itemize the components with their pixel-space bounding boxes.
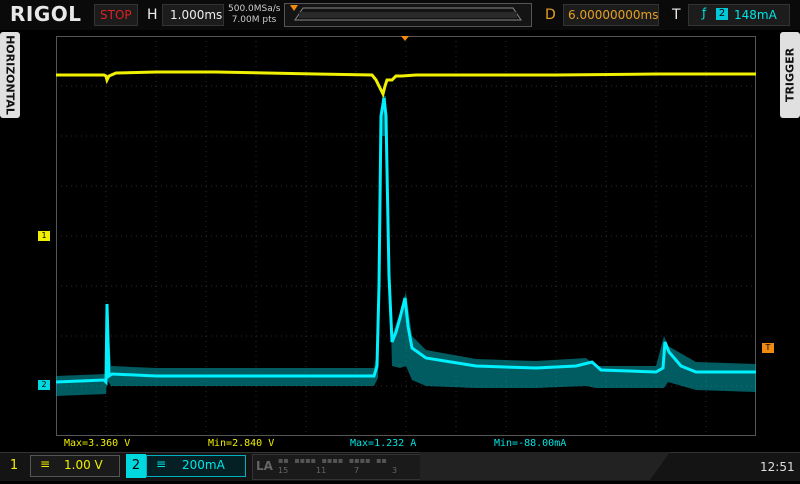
acquisition-info: 500.0MSa/s 7.00M pts [228,4,280,26]
trigger-label: T [672,7,681,23]
ch2-number-label[interactable]: 2 [126,454,146,478]
trigger-tab-label: TRIGGER [783,47,797,103]
trigger-position-icon [290,5,298,11]
la-label: LA [256,459,273,473]
trigger-level-marker[interactable]: T [762,343,774,353]
horizontal-label: H [147,7,158,23]
delay-value: 6.00000000ms [568,8,659,22]
ch1-scale-value: 1.00 V [64,458,103,472]
la-digit: 11 [316,466,327,475]
trigger-source-badge: 2 [716,8,728,20]
la-channel-indicators: ▪▪ ▪▪▪▪ ▪▪▪▪ ▪▪▪▪ ▪▪ [278,456,387,465]
ch1-waveform [56,70,756,99]
ch2-scale-value: 200mA [182,458,225,472]
measurement-ch2-max: Max=1.232 A [350,438,417,449]
ch1-number-label[interactable]: 1 [0,454,28,478]
brand-logo: RIGOL [10,2,82,26]
ch1-coupling-icon: ≡ [40,457,51,471]
memory-bar-graphic [290,5,522,21]
la-digit: 15 [278,466,289,475]
waveform-display[interactable] [55,36,756,436]
trigger-level-value: 148mA [734,8,777,22]
bottom-bar-graphic [420,452,670,480]
sample-rate: 500.0MSa/s [228,4,281,14]
measurement-ch2-min: Min=-88.00mA [494,438,567,449]
measurement-ch1-max: Max=3.360 V [64,438,131,449]
trigger-position-marker [401,36,409,41]
delay-label: D [545,7,556,23]
waveform-canvas [55,36,756,436]
ch1-offset-marker[interactable]: 1 [38,231,50,241]
la-digit: 3 [392,466,398,475]
memory-position-bar[interactable] [284,3,532,27]
run-state-label: STOP [100,8,132,22]
horizontal-tab-label: HORIZONTAL [3,35,17,115]
rising-edge-icon: ƒ [702,6,707,20]
measurement-ch1-min: Min=2.840 V [208,438,275,449]
clock: 12:51 [760,460,795,474]
ch2-offset-marker[interactable]: 2 [38,380,50,390]
la-digit: 7 [354,466,360,475]
ch2-coupling-icon: ≡ [156,457,167,471]
timebase-value: 1.000ms [170,8,223,22]
memory-depth: 7.00M pts [231,15,277,25]
